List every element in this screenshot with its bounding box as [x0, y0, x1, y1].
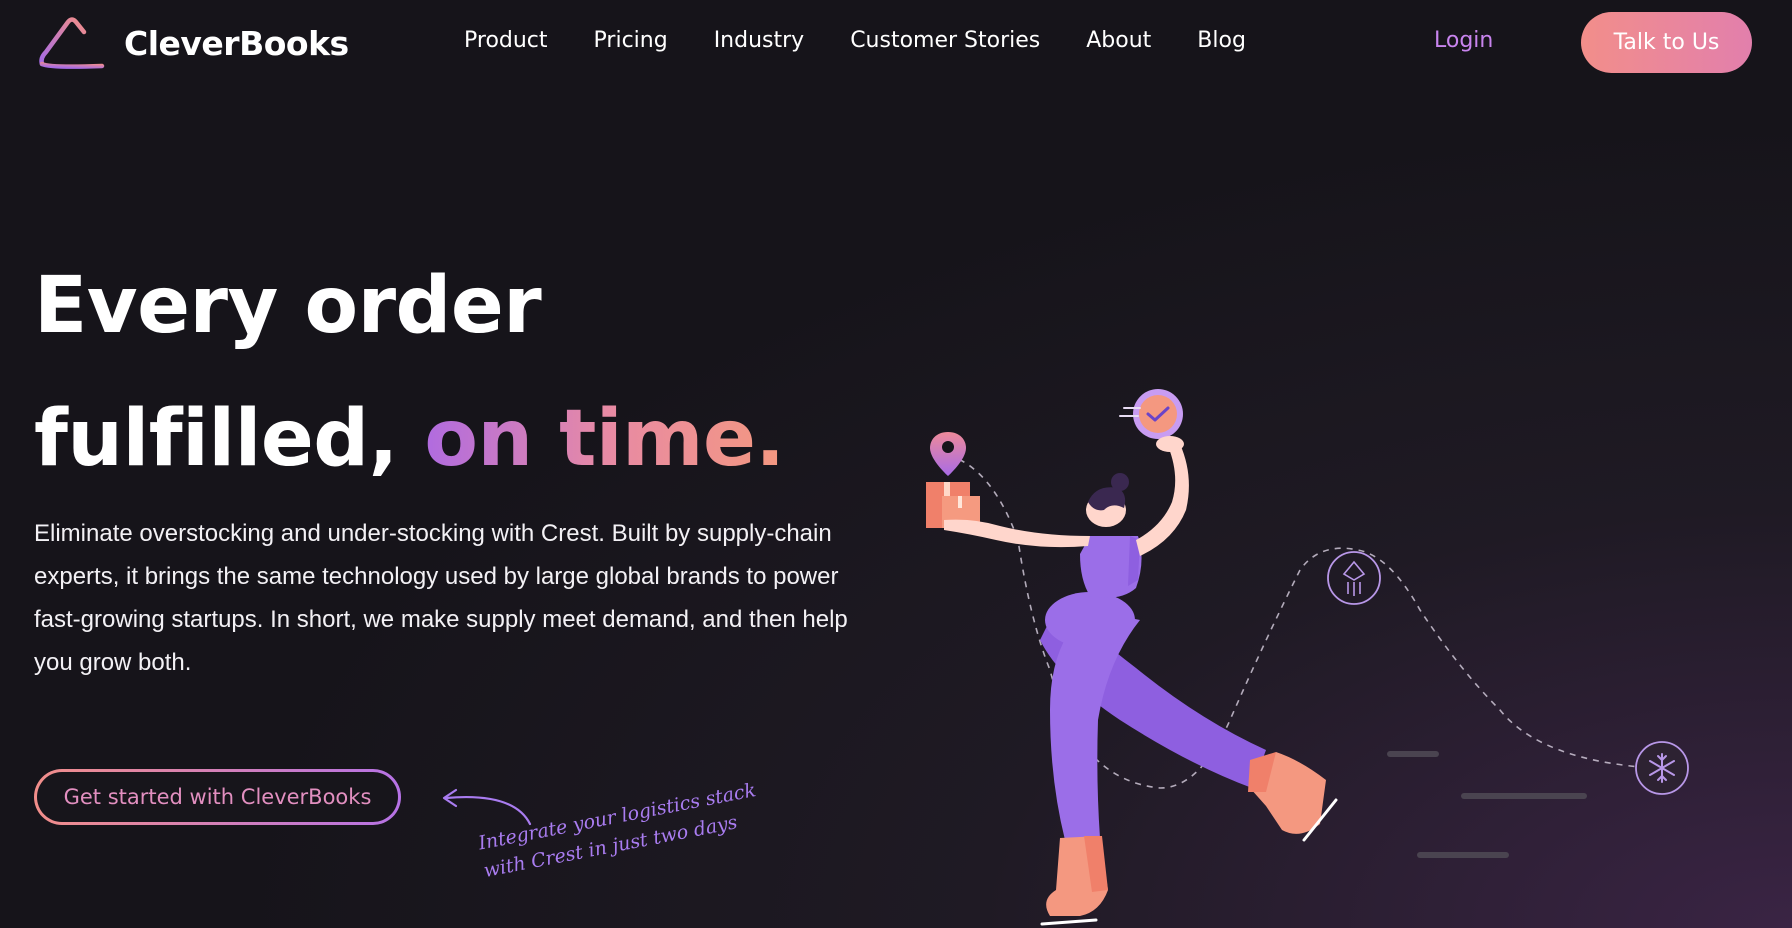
get-started-label: Get started with CleverBooks	[37, 772, 398, 822]
hero-illustration	[926, 247, 1770, 928]
headline-line-1: Every order	[34, 261, 542, 351]
brand-name: CleverBooks	[124, 23, 349, 63]
talk-to-us-button[interactable]: Talk to Us	[1581, 12, 1752, 73]
logo-triangle-icon	[39, 17, 105, 69]
headline-line-2: fulfilled, on time.	[34, 373, 785, 506]
hero-headline: Every order fulfilled, on time.	[34, 240, 785, 506]
nav-item-customer-stories[interactable]: Customer Stories	[850, 28, 1040, 53]
nav-item-product[interactable]: Product	[464, 28, 548, 53]
nav-item-blog[interactable]: Blog	[1197, 28, 1246, 53]
skating-person	[944, 436, 1338, 926]
snowflake-icon	[1635, 741, 1689, 795]
speed-lines	[1387, 751, 1587, 858]
brand-logo[interactable]: CleverBooks	[36, 14, 349, 72]
top-nav: CleverBooks Product Pricing Industry Cus…	[0, 0, 1792, 88]
main-menu: Product Pricing Industry Customer Storie…	[464, 28, 1246, 53]
hero-description: Eliminate overstocking and under-stockin…	[34, 520, 848, 676]
location-pin-icon	[930, 432, 966, 476]
lantern-icon	[1327, 551, 1381, 605]
background-grid	[1080, 247, 1770, 928]
nav-item-about[interactable]: About	[1086, 28, 1151, 53]
nav-item-industry[interactable]: Industry	[714, 28, 805, 53]
nav-item-pricing[interactable]: Pricing	[594, 28, 668, 53]
login-link[interactable]: Login	[1434, 28, 1493, 53]
clock-check-icon	[1119, 389, 1183, 439]
get-started-button[interactable]: Get started with CleverBooks	[34, 769, 401, 825]
headline-plain: fulfilled,	[34, 394, 398, 484]
headline-highlight: on time.	[424, 394, 785, 484]
